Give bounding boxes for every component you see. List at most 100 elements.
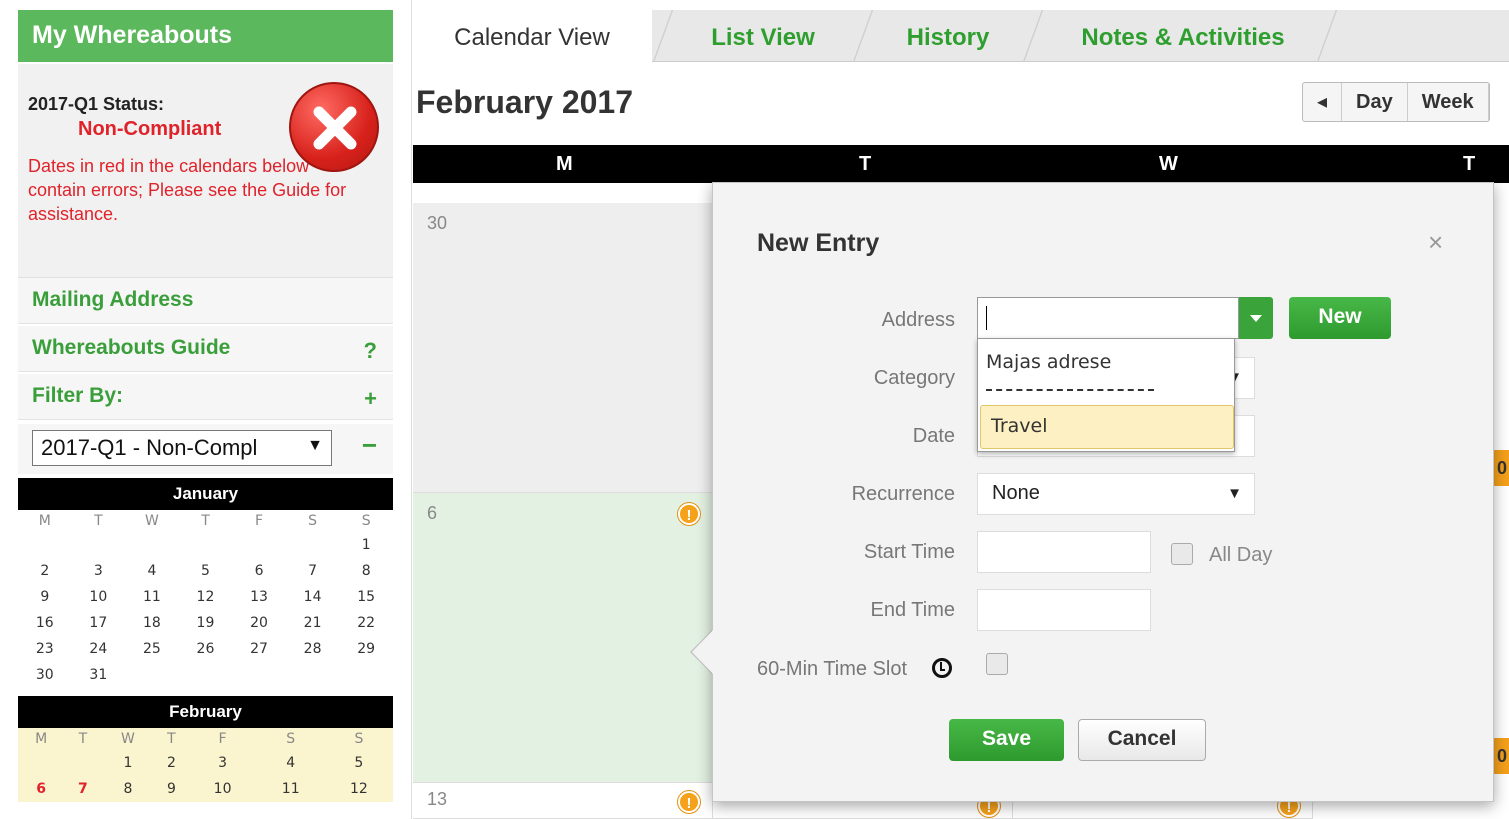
page-title: February 2017: [416, 84, 634, 120]
warning-icon[interactable]: !: [678, 791, 700, 813]
calendar-day-cell[interactable]: 6 !: [413, 493, 713, 783]
warning-icon[interactable]: !: [678, 503, 700, 525]
mini-calendar-day[interactable]: 4: [125, 558, 179, 584]
calendar-day-cell[interactable]: 13 !: [413, 783, 713, 819]
address-dropdown-toggle[interactable]: [1239, 297, 1273, 339]
tab-notes-activities[interactable]: Notes & Activities: [1048, 10, 1318, 62]
mini-calendar-day[interactable]: 12: [325, 776, 393, 802]
mini-calendar-day[interactable]: 1: [339, 532, 393, 558]
day-number: 6: [427, 503, 438, 523]
mini-calendar-day[interactable]: 1: [101, 750, 154, 776]
new-entry-dialog: New Entry × Address New Category ▼ Date …: [712, 182, 1494, 802]
address-option-my[interactable]: Majas adrese: [986, 351, 1111, 373]
mini-calendar-day: [18, 532, 72, 558]
recurrence-select[interactable]: None ▼: [977, 473, 1255, 515]
help-icon[interactable]: ?: [364, 338, 377, 364]
mini-calendar-day[interactable]: 15: [339, 584, 393, 610]
mini-calendar-day[interactable]: 6: [232, 558, 286, 584]
cancel-button[interactable]: Cancel: [1078, 719, 1206, 761]
mini-calendar-day[interactable]: 12: [179, 584, 233, 610]
mini-calendar-day[interactable]: 30: [18, 662, 72, 688]
plus-icon[interactable]: +: [364, 386, 377, 412]
mini-calendar-day[interactable]: 11: [125, 584, 179, 610]
event-marker[interactable]: 0: [1494, 450, 1509, 486]
clock-icon: [932, 658, 952, 678]
mini-calendar-day[interactable]: 3: [72, 558, 126, 584]
all-day-label: All Day: [1209, 544, 1273, 566]
day-view-button[interactable]: Day: [1342, 83, 1408, 121]
mini-calendar-day[interactable]: 26: [179, 636, 233, 662]
mini-calendar-day[interactable]: 4: [257, 750, 325, 776]
start-time-input[interactable]: [977, 531, 1151, 573]
mini-calendar-day[interactable]: 11: [257, 776, 325, 802]
mini-calendar-day[interactable]: 2: [18, 558, 72, 584]
weekday-label: T: [859, 153, 872, 175]
week-view-button[interactable]: Week: [1408, 83, 1489, 121]
close-icon[interactable]: ×: [1428, 227, 1443, 258]
mini-calendar-day[interactable]: 7: [64, 776, 101, 802]
mini-calendar-day[interactable]: 24: [72, 636, 126, 662]
mini-calendar-day: [179, 662, 233, 688]
event-marker[interactable]: 0: [1494, 738, 1509, 774]
mini-calendar-day[interactable]: 18: [125, 610, 179, 636]
mini-calendar-day[interactable]: 2: [154, 750, 188, 776]
mini-calendar-day[interactable]: 3: [189, 750, 257, 776]
address-option-travel[interactable]: Travel: [980, 405, 1234, 449]
mini-calendar-day[interactable]: 21: [286, 610, 340, 636]
mini-calendar-day[interactable]: 31: [72, 662, 126, 688]
caret-down-icon: ▼: [1227, 485, 1242, 502]
mini-calendar-day[interactable]: 8: [339, 558, 393, 584]
filter-select[interactable]: 2017-Q1 - Non-Compl ▼: [32, 430, 332, 466]
mini-calendar-day[interactable]: 14: [286, 584, 340, 610]
all-day-checkbox[interactable]: [1171, 543, 1193, 565]
weekday-label: S: [286, 731, 296, 747]
tab-history[interactable]: History: [878, 10, 1018, 62]
whereabouts-guide-link[interactable]: Whereabouts Guide ?: [18, 326, 393, 372]
save-button[interactable]: Save: [949, 719, 1064, 761]
mini-calendar-day[interactable]: 6: [18, 776, 64, 802]
mini-calendar-day[interactable]: 5: [179, 558, 233, 584]
time-slot-checkbox[interactable]: [986, 653, 1008, 675]
mini-calendar-title: January: [18, 478, 393, 510]
mini-calendar-day[interactable]: 28: [286, 636, 340, 662]
end-time-label: End Time: [870, 599, 955, 621]
recurrence-value: None: [992, 482, 1040, 504]
end-time-input[interactable]: [977, 589, 1151, 631]
mini-calendar-day[interactable]: 27: [232, 636, 286, 662]
mini-calendar-day[interactable]: 17: [72, 610, 126, 636]
calendar-day-cell[interactable]: 30: [413, 203, 713, 493]
mini-calendar-grid: MTWTFSS 1 2 3 4 5 6 7 8 9 10 11 12: [18, 728, 393, 802]
tab-list-view[interactable]: List View: [678, 10, 848, 62]
mini-calendar-day[interactable]: 10: [72, 584, 126, 610]
mini-calendar-day[interactable]: 19: [179, 610, 233, 636]
mini-calendar-day[interactable]: 10: [189, 776, 257, 802]
mini-calendar-day[interactable]: 20: [232, 610, 286, 636]
minus-icon[interactable]: −: [362, 430, 377, 461]
mini-calendar-day[interactable]: 22: [339, 610, 393, 636]
mini-calendar-day[interactable]: 16: [18, 610, 72, 636]
mini-calendar-day: [72, 532, 126, 558]
mini-calendar-day[interactable]: 8: [101, 776, 154, 802]
mini-calendar-day[interactable]: 5: [325, 750, 393, 776]
time-slot-label: 60-Min Time Slot: [757, 658, 908, 680]
mini-calendar-february: February MTWTFSS 1 2 3 4 5 6 7 8 9 10 11 12: [18, 696, 393, 802]
sidebar-title: My Whereabouts: [18, 10, 393, 62]
mini-calendar-day[interactable]: 7: [286, 558, 340, 584]
mini-calendar-day[interactable]: 25: [125, 636, 179, 662]
status-title: 2017-Q1 Status:: [28, 94, 165, 114]
tab-calendar-view[interactable]: Calendar View: [412, 10, 652, 62]
weekday-label: S: [354, 731, 364, 747]
prev-button[interactable]: ◂: [1303, 83, 1343, 121]
weekday-label: S: [308, 513, 318, 529]
mini-calendar-day[interactable]: 23: [18, 636, 72, 662]
mini-calendar-day[interactable]: 29: [339, 636, 393, 662]
mini-calendar-day[interactable]: 9: [18, 584, 72, 610]
mini-calendar-day: [64, 750, 101, 776]
mini-calendar-day[interactable]: 9: [154, 776, 188, 802]
mini-calendar-title: February: [18, 696, 393, 728]
mailing-address-link[interactable]: Mailing Address: [18, 278, 393, 324]
new-address-button[interactable]: New: [1289, 297, 1391, 339]
mini-calendar-day: [339, 662, 393, 688]
address-input[interactable]: [977, 297, 1239, 339]
mini-calendar-day[interactable]: 13: [232, 584, 286, 610]
